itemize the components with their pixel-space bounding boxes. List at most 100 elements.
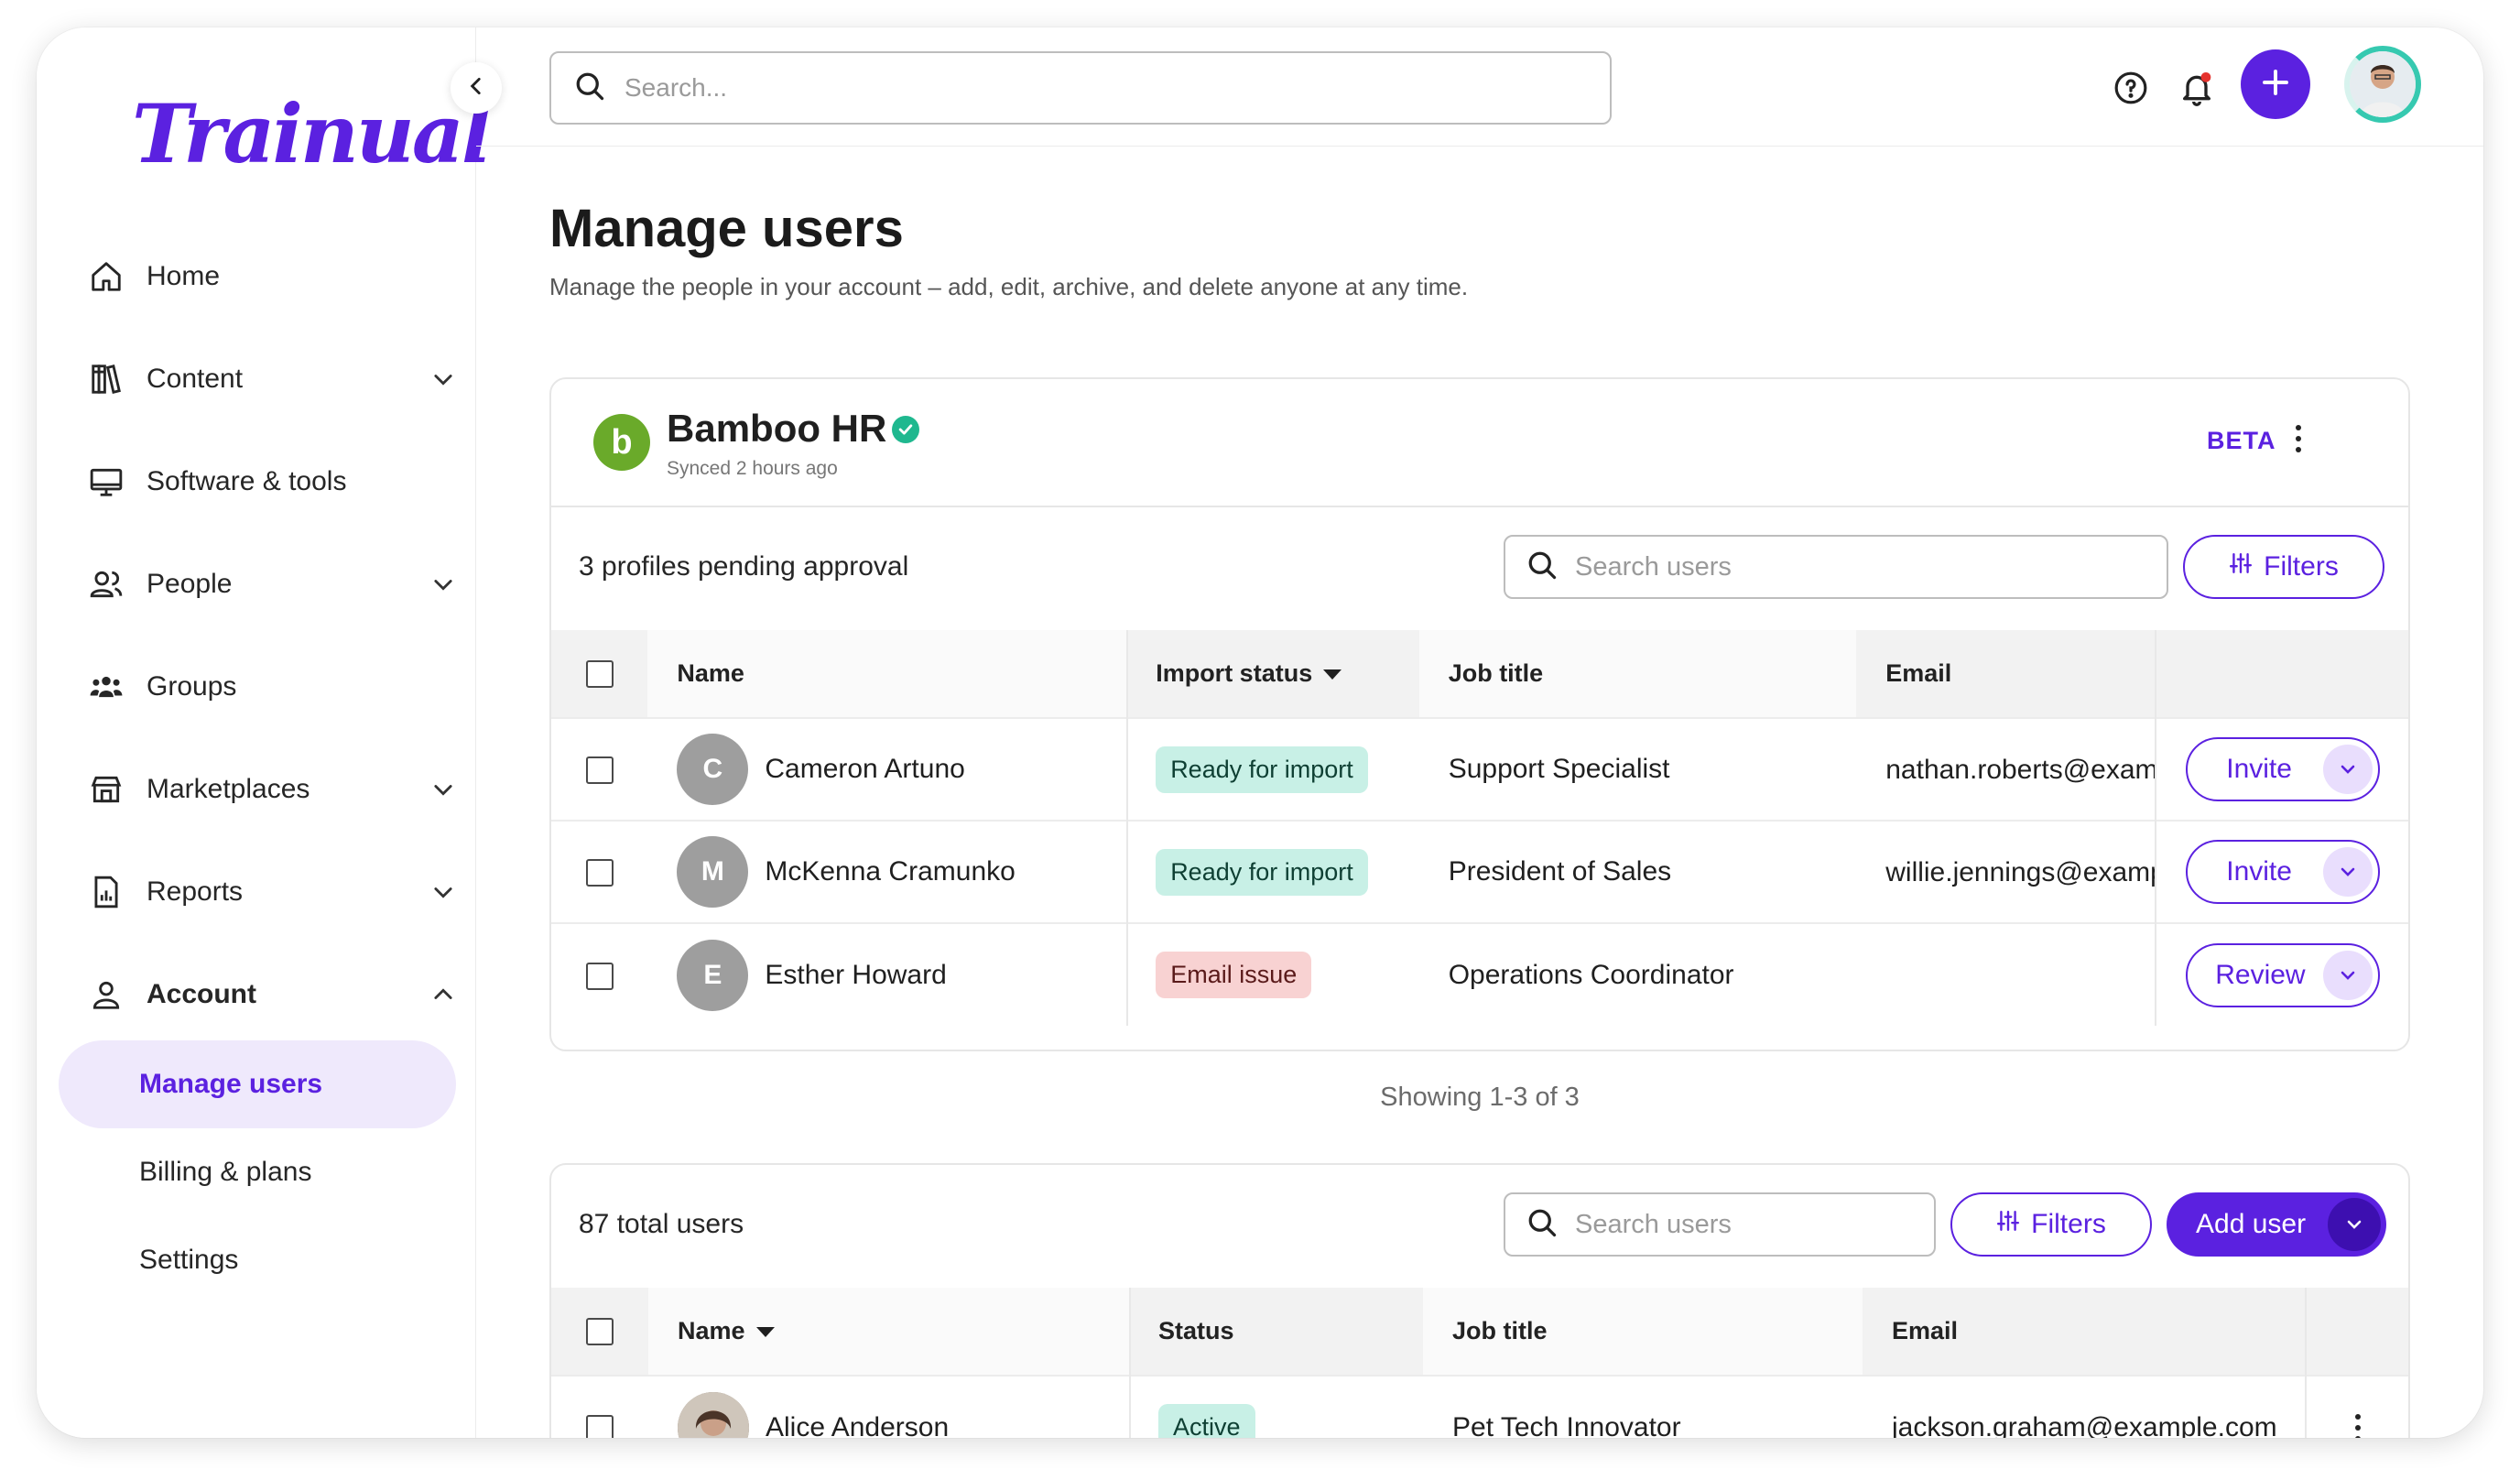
pending-count: 3 profiles pending approval: [579, 551, 909, 582]
books-icon: [88, 361, 125, 397]
row-checkbox[interactable]: [585, 859, 614, 887]
sidebar-subitem-billing-plans[interactable]: Billing & plans: [59, 1128, 456, 1216]
users-filters-button[interactable]: Filters: [1950, 1192, 2152, 1257]
job-title: Pet Tech Innovator: [1423, 1375, 1863, 1438]
action-cell: Invite: [2155, 820, 2408, 923]
chevron-down-icon[interactable]: [430, 571, 456, 604]
action-cell: Review: [2155, 922, 2408, 1026]
chevron-down-icon[interactable]: [2323, 745, 2373, 794]
user-name[interactable]: Cameron Artuno: [765, 754, 964, 785]
user-icon: [88, 976, 125, 1013]
global-search[interactable]: [549, 51, 1612, 125]
beta-badge: BETA: [2207, 427, 2276, 454]
chevron-down-icon[interactable]: [430, 366, 456, 399]
column-header-actions: [2305, 1288, 2408, 1376]
add-user-button[interactable]: Add user: [2167, 1192, 2386, 1257]
column-header-actions: [2155, 630, 2408, 718]
sidebar-item-software-tools[interactable]: Software & tools: [88, 452, 472, 511]
people-icon: [88, 566, 125, 603]
plus-icon: [2259, 66, 2292, 103]
global-search-input[interactable]: [625, 73, 1540, 103]
integration-search[interactable]: [1504, 535, 2168, 599]
user-name[interactable]: Esther Howard: [765, 960, 946, 991]
users-toolbar: 87 total users Filters Add user: [551, 1165, 2408, 1288]
status-cell: Ready for import: [1127, 717, 1419, 821]
chevron-down-icon[interactable]: [2328, 1198, 2381, 1251]
table-row: Alice Anderson Active Pet Tech Innovator…: [551, 1375, 2408, 1439]
sidebar-subitem-settings[interactable]: Settings: [59, 1216, 456, 1304]
sidebar-item-home[interactable]: Home: [88, 247, 472, 306]
column-header-email[interactable]: Email: [1863, 1288, 2306, 1376]
search-icon: [573, 70, 606, 107]
column-header-name[interactable]: Name: [648, 1288, 1131, 1376]
select-all-checkbox[interactable]: [585, 660, 614, 689]
invite-button[interactable]: Invite: [2186, 737, 2381, 801]
row-more-options-icon[interactable]: [2352, 1413, 2363, 1438]
chevron-down-icon[interactable]: [2323, 847, 2373, 897]
invite-label: Invite: [2226, 856, 2292, 887]
user-name[interactable]: Alice Anderson: [766, 1412, 949, 1439]
column-header-label: Name: [678, 1317, 745, 1344]
integration-toolbar: 3 profiles pending approval Filters: [551, 507, 2408, 630]
app-window: Trainual Home Content Software & tools P…: [37, 27, 2483, 1438]
row-checkbox[interactable]: [585, 756, 614, 785]
row-checkbox[interactable]: [586, 1414, 614, 1438]
search-icon: [1526, 1206, 1559, 1244]
integration-filters-button[interactable]: Filters: [2183, 535, 2384, 599]
chevron-down-icon[interactable]: [430, 879, 456, 912]
column-header-job-title[interactable]: Job title: [1418, 630, 1857, 718]
users-search[interactable]: [1504, 1192, 1936, 1257]
page-subtitle: Manage the people in your account – add,…: [549, 273, 1469, 300]
column-header-name[interactable]: Name: [647, 630, 1129, 718]
review-button[interactable]: Review: [2186, 942, 2381, 1007]
header-checkbox-cell: [551, 1288, 648, 1376]
sync-status: Synced 2 hours ago: [667, 458, 838, 479]
review-label: Review: [2215, 959, 2306, 990]
users-card: 87 total users Filters Add user: [549, 1163, 2410, 1438]
column-header-job-title[interactable]: Job title: [1423, 1288, 1863, 1376]
sidebar-item-reports[interactable]: Reports: [88, 863, 472, 921]
users-search-input[interactable]: [1575, 1209, 1886, 1240]
integration-search-input[interactable]: [1575, 551, 1905, 582]
bell-icon[interactable]: [2178, 69, 2216, 107]
sidebar-item-people[interactable]: People: [88, 555, 472, 614]
column-header-import-status[interactable]: Import status: [1127, 630, 1419, 718]
more-options-icon[interactable]: [2293, 425, 2304, 452]
filters-label: Filters: [2031, 1209, 2106, 1239]
user-name[interactable]: McKenna Cramunko: [765, 856, 1015, 887]
sidebar-item-groups[interactable]: Groups: [88, 658, 472, 716]
email-cell: [1856, 922, 2156, 1026]
pagination-summary: Showing 1-3 of 3: [1380, 1083, 1580, 1112]
email-cell: willie.jennings@example.com: [1856, 820, 2156, 923]
collapse-sidebar-button[interactable]: [451, 62, 502, 114]
invite-button[interactable]: Invite: [2186, 840, 2381, 904]
search-icon: [1526, 549, 1559, 586]
groups-icon: [88, 669, 125, 705]
sidebar-item-account[interactable]: Account: [88, 965, 472, 1024]
help-icon[interactable]: [2112, 69, 2150, 107]
sidebar-item-content[interactable]: Content: [88, 350, 472, 408]
sidebar-item-label: Software & tools: [147, 466, 347, 496]
sidebar-subitem-manage-users[interactable]: Manage users: [59, 1040, 456, 1128]
name-cell: M McKenna Cramunko: [647, 820, 1129, 923]
users-table: Name Status Job title Email Alice Anders…: [551, 1288, 2408, 1438]
sliders-icon: [1996, 1209, 2020, 1240]
sidebar-item-marketplaces[interactable]: Marketplaces: [88, 760, 472, 819]
chevron-up-icon[interactable]: [430, 982, 456, 1015]
job-title: Operations Coordinator: [1418, 922, 1857, 1026]
create-button[interactable]: [2241, 49, 2310, 119]
filters-label: Filters: [2264, 551, 2339, 582]
home-icon: [88, 258, 125, 295]
row-checkbox[interactable]: [585, 962, 614, 990]
trainual-logo[interactable]: Trainual: [132, 86, 492, 181]
column-header-status[interactable]: Status: [1130, 1288, 1423, 1376]
select-all-checkbox[interactable]: [586, 1318, 614, 1346]
user-avatar[interactable]: [2344, 46, 2421, 123]
email: jackson.graham@example.com: [1863, 1375, 2306, 1438]
sidebar-item-label: Groups: [147, 671, 237, 702]
chevron-down-icon[interactable]: [430, 777, 456, 810]
chevron-down-icon[interactable]: [2323, 950, 2373, 1000]
column-header-email[interactable]: Email: [1856, 630, 2156, 718]
status-badge: Ready for import: [1156, 848, 1368, 896]
total-users-count: 87 total users: [579, 1209, 744, 1239]
